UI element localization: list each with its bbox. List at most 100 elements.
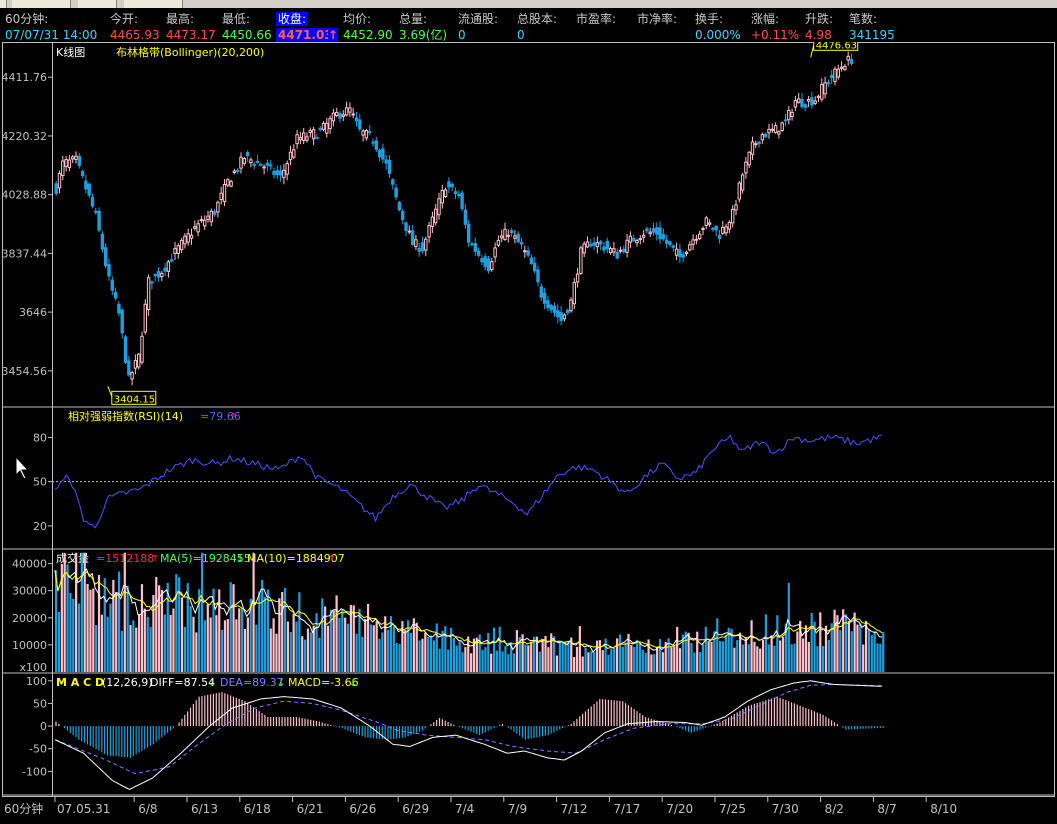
volume-bar bbox=[69, 592, 72, 672]
candle-body bbox=[212, 211, 217, 215]
volume-bar bbox=[555, 655, 559, 672]
candle-body bbox=[823, 82, 827, 95]
candle-body bbox=[298, 137, 303, 141]
candle-body bbox=[338, 112, 342, 119]
volume-bar bbox=[578, 626, 581, 672]
candle-body bbox=[71, 156, 75, 160]
candle-body bbox=[777, 131, 781, 135]
tab-fragment[interactable] bbox=[124, 0, 183, 8]
header-label: 总股本: bbox=[517, 12, 558, 26]
volume-bar bbox=[650, 654, 653, 672]
volume-bar bbox=[756, 646, 759, 672]
volume-bar bbox=[558, 640, 561, 672]
candle-body bbox=[800, 99, 804, 108]
candle-body bbox=[457, 193, 461, 197]
tab-fragment[interactable] bbox=[12, 0, 71, 8]
volume-bar bbox=[633, 647, 636, 672]
header-label: 均价: bbox=[343, 12, 372, 26]
header-value: 3.69(亿) bbox=[399, 28, 448, 42]
volume-bar bbox=[698, 652, 702, 672]
volume-bar bbox=[584, 647, 587, 672]
volume-bar bbox=[226, 619, 229, 672]
x-axis-tick-label: 07.05.31 bbox=[57, 802, 110, 816]
volume-bar bbox=[879, 643, 882, 672]
candle-body bbox=[222, 184, 227, 203]
volume-bar bbox=[687, 632, 690, 672]
header-label: 收盘: bbox=[276, 12, 309, 26]
volume-bar bbox=[329, 609, 332, 672]
volume-bar bbox=[796, 631, 799, 672]
candle-body bbox=[153, 274, 157, 277]
macd-dea-label: DEA=89.37 bbox=[220, 676, 284, 689]
volume-bar bbox=[564, 642, 567, 672]
volume-bar bbox=[309, 632, 312, 672]
volume-unit-label: x100 bbox=[19, 661, 47, 674]
x-axis-tick-label: 8/7 bbox=[877, 802, 896, 816]
volume-bar bbox=[100, 614, 103, 672]
volume-bar bbox=[246, 617, 249, 672]
candle-body bbox=[638, 238, 642, 241]
volume-bar bbox=[241, 607, 244, 672]
volume-bar bbox=[501, 651, 504, 672]
volume-bar bbox=[63, 553, 66, 672]
volume-bar bbox=[235, 619, 238, 672]
candle-body bbox=[275, 170, 280, 175]
volume-bar bbox=[882, 631, 885, 672]
candle-body bbox=[137, 353, 141, 368]
rsi-axis-label: 50 bbox=[33, 476, 47, 489]
volume-bar bbox=[604, 638, 607, 672]
volume-bar bbox=[750, 620, 753, 672]
candle-body bbox=[665, 239, 669, 244]
candle-body bbox=[453, 191, 458, 195]
volume-bar bbox=[498, 626, 501, 672]
volume-bar bbox=[724, 634, 727, 672]
candle-body bbox=[397, 201, 402, 211]
candle-body bbox=[107, 264, 111, 277]
candle-body bbox=[539, 286, 543, 298]
volume-bar bbox=[415, 622, 418, 672]
candle-body bbox=[410, 230, 415, 245]
volume-bar bbox=[223, 620, 227, 672]
volume-bar bbox=[155, 576, 158, 672]
candle-body bbox=[196, 223, 200, 233]
window-tab-strip bbox=[0, 0, 1057, 8]
volume-bar bbox=[587, 652, 590, 672]
candle-body bbox=[731, 208, 735, 224]
candle-body bbox=[595, 242, 600, 248]
candle-body bbox=[226, 179, 230, 186]
candle-body bbox=[262, 166, 266, 169]
volume-bar bbox=[263, 596, 267, 672]
low-price-label: 3404.15 bbox=[114, 394, 155, 405]
candle-body bbox=[434, 208, 438, 224]
candle-body bbox=[404, 222, 408, 231]
candle-body bbox=[849, 59, 854, 65]
candle-body bbox=[470, 243, 474, 246]
candle-body bbox=[618, 249, 623, 252]
candle-body bbox=[61, 160, 65, 176]
candle-body bbox=[490, 261, 494, 271]
volume-bar bbox=[776, 615, 779, 672]
candle-body bbox=[622, 248, 626, 253]
candle-body bbox=[437, 198, 441, 216]
volume-bar bbox=[613, 647, 616, 672]
candle-body bbox=[67, 159, 72, 169]
volume-bar bbox=[438, 648, 441, 672]
stock-chart[interactable]: 60分钟 07.05.31 6/8 6/13 6/18 6/21 6/26 6/29 7/4 7/… bbox=[0, 42, 1057, 824]
macd-axis-label: 100 bbox=[26, 675, 47, 688]
volume-bar bbox=[693, 652, 696, 672]
volume-bar bbox=[819, 612, 822, 672]
volume-bar bbox=[398, 644, 401, 672]
tab-fragment[interactable] bbox=[78, 0, 117, 8]
macd-axis-label: -100 bbox=[22, 765, 47, 778]
candle-body bbox=[549, 304, 553, 311]
volume-up-arrow-icon: ↑ bbox=[151, 554, 159, 565]
macd-diff-label: DIFF=87.54 bbox=[150, 676, 215, 689]
candle-body bbox=[255, 160, 260, 163]
volume-bar bbox=[432, 640, 435, 672]
tab-fragment[interactable] bbox=[0, 0, 7, 8]
volume-bar bbox=[163, 614, 166, 672]
candle-body bbox=[414, 239, 418, 247]
volume-bar bbox=[404, 630, 407, 672]
volume-bar bbox=[321, 598, 324, 672]
volume-bar bbox=[120, 630, 124, 672]
